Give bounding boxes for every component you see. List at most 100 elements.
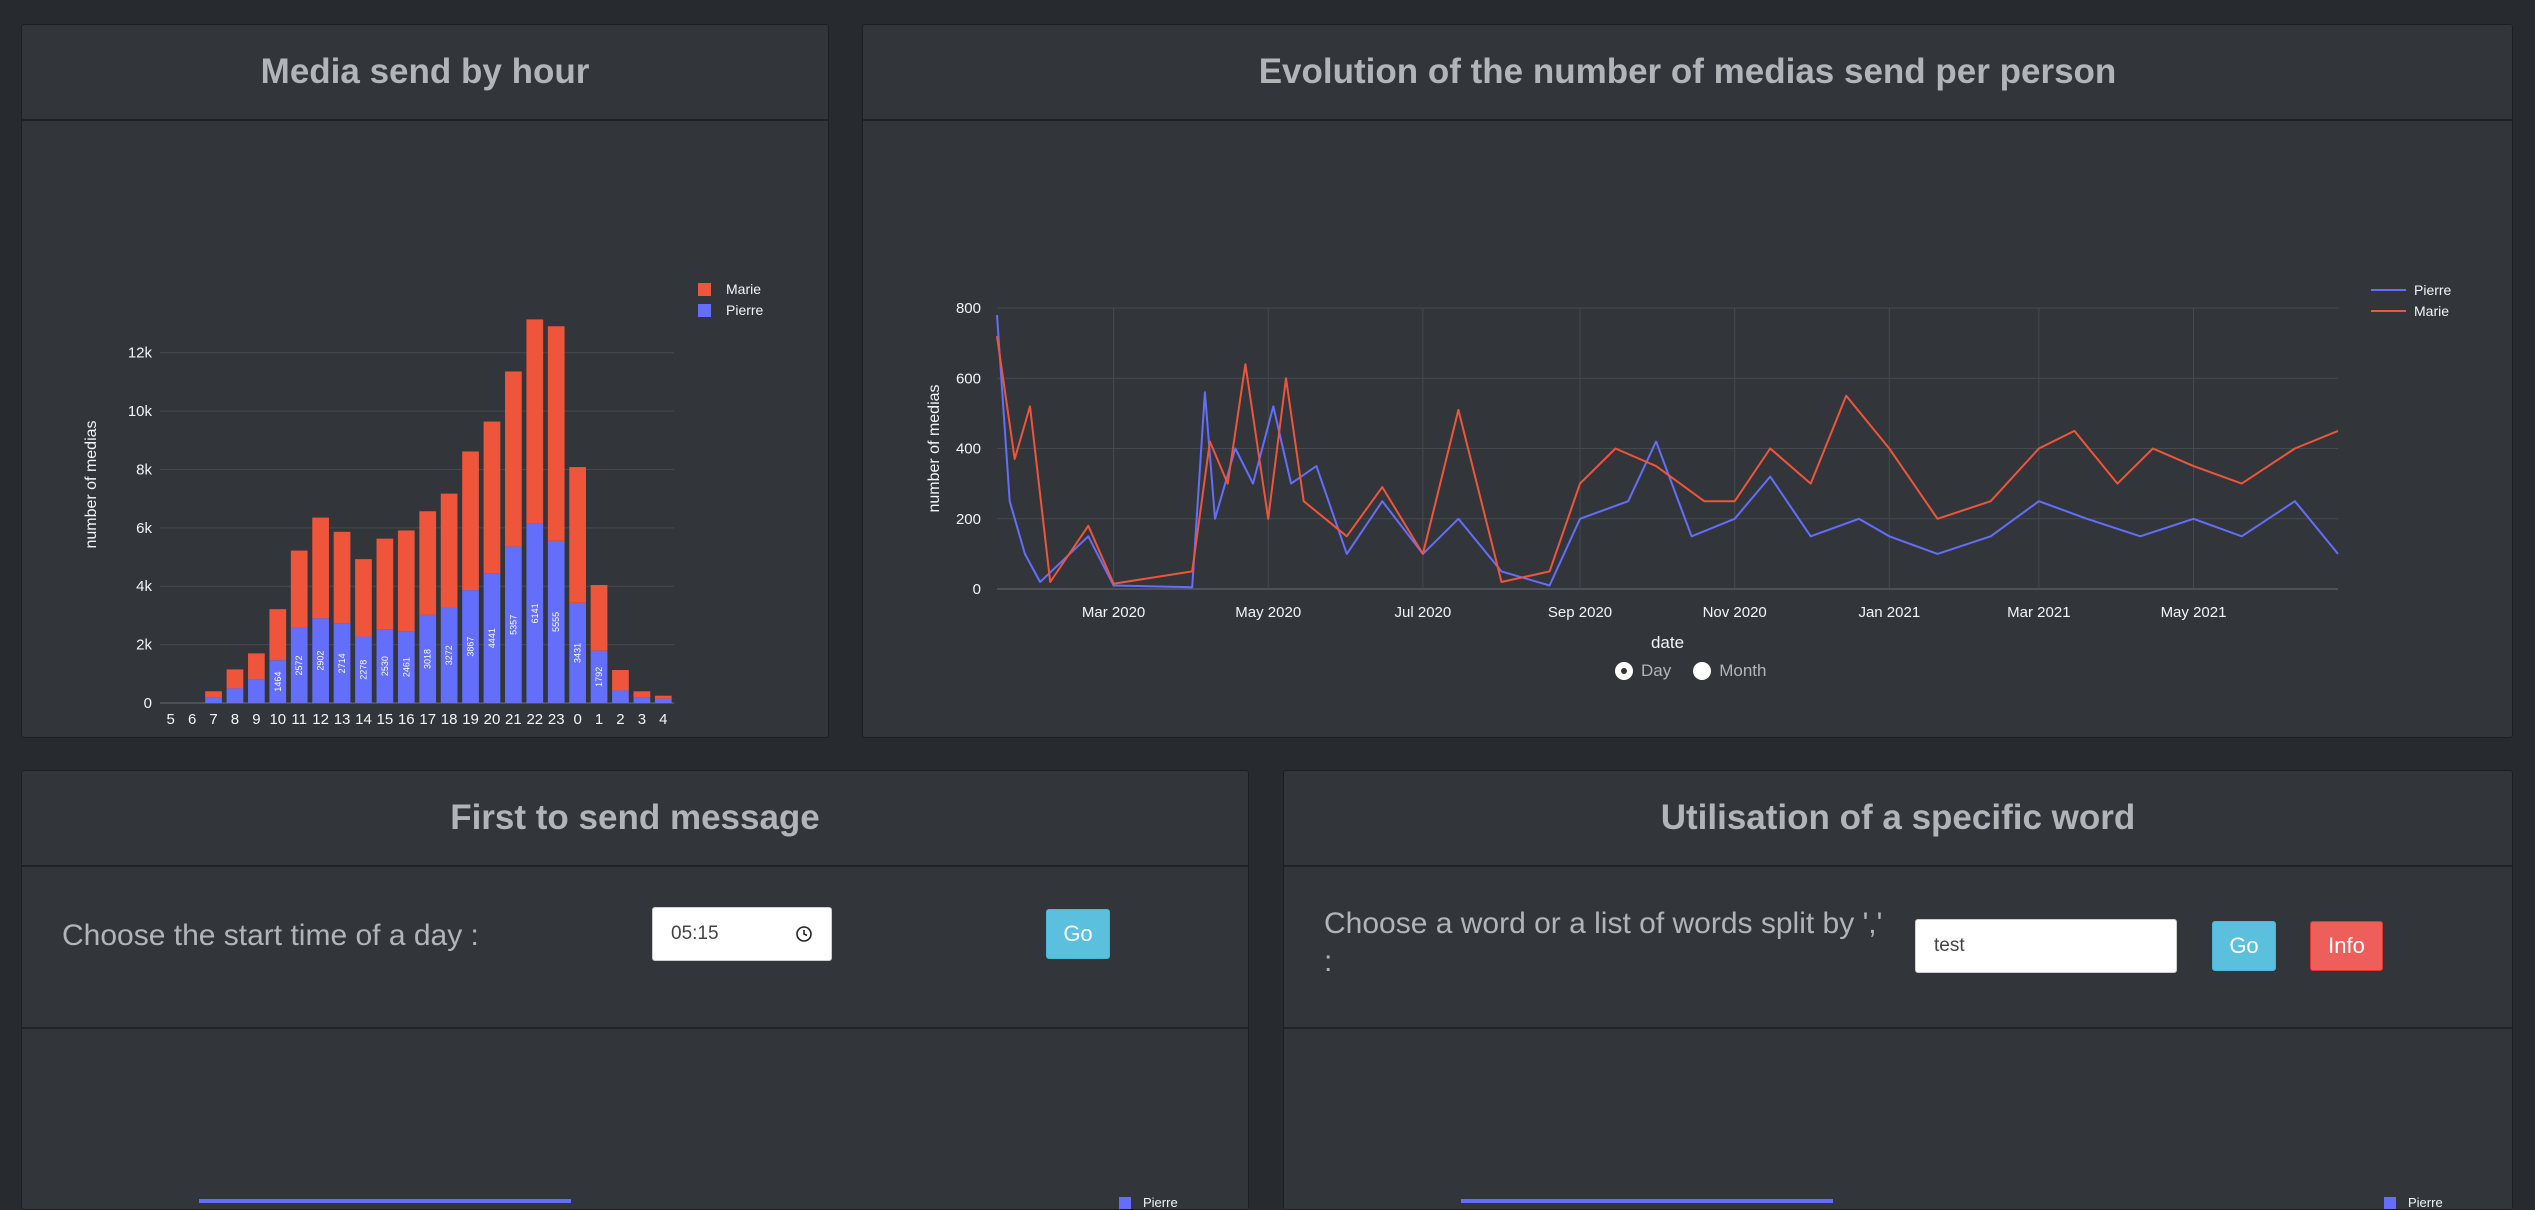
radio-month-circle[interactable] bbox=[1693, 662, 1712, 680]
controls-row: Choose the start time of a day : 05:15 G… bbox=[22, 867, 1248, 1029]
start-time-input[interactable]: 05:15 bbox=[652, 907, 832, 961]
legend-label: Pierre bbox=[1143, 1195, 1178, 1210]
x-tick-label: 18 bbox=[441, 711, 458, 728]
word-info-button[interactable]: Info bbox=[2310, 921, 2383, 971]
bar-data-label: 6141 bbox=[530, 603, 540, 623]
card-title: First to send message bbox=[22, 771, 1248, 867]
y-tick-label: 4k bbox=[136, 578, 152, 595]
radio-month-label[interactable]: Month bbox=[1719, 661, 1766, 681]
bar-data-label: 3867 bbox=[466, 637, 476, 657]
y-tick-label: 0 bbox=[973, 581, 981, 598]
word-input[interactable]: test bbox=[1915, 919, 2177, 973]
y-tick-label: 200 bbox=[956, 511, 981, 528]
bar-marie bbox=[633, 691, 651, 698]
start-time-label: Choose the start time of a day : bbox=[62, 919, 479, 952]
y-tick-label: 800 bbox=[956, 300, 981, 317]
word-label: Choose a word or a list of words split b… bbox=[1324, 907, 1883, 978]
word-chart-legend: Pierre bbox=[2384, 1195, 2443, 1210]
bar-pierre bbox=[248, 679, 265, 703]
y-tick-label: 10k bbox=[128, 403, 153, 420]
x-tick-label: Mar 2021 bbox=[2007, 604, 2070, 621]
legend-swatch bbox=[1119, 1196, 1131, 1209]
word-value: test bbox=[1934, 935, 1965, 956]
x-tick-label: 17 bbox=[419, 711, 436, 728]
bar-marie bbox=[569, 467, 586, 603]
x-tick-label: 0 bbox=[573, 711, 581, 728]
card-title: Evolution of the number of medias send p… bbox=[863, 25, 2512, 121]
bar-marie bbox=[419, 511, 437, 615]
bar-data-label: 5357 bbox=[508, 615, 518, 635]
word-go-button[interactable]: Go bbox=[2212, 921, 2276, 971]
radio-day-label[interactable]: Day bbox=[1641, 661, 1671, 681]
y-tick-label: 12k bbox=[128, 345, 153, 362]
x-tick-label: 14 bbox=[355, 711, 372, 728]
legend-swatch bbox=[698, 304, 711, 317]
evolution-card: Evolution of the number of medias send p… bbox=[862, 24, 2513, 738]
legend-label: Marie bbox=[726, 281, 761, 297]
media-by-hour-card: Media send by hour 0 2k 4k 6k 8k 10k 12k 5 6 7 8 9 1… bbox=[21, 24, 829, 738]
x-tick-label: 11 bbox=[291, 711, 307, 728]
hour-bar-chart[interactable]: 02k4k6k8k10k12k5 6 7 8 914641025721129021227… bbox=[22, 121, 828, 737]
bar-data-label: 2572 bbox=[294, 655, 304, 675]
radio-day-circle[interactable] bbox=[1615, 662, 1633, 680]
clock-icon[interactable] bbox=[795, 925, 813, 943]
first-chart-legend: Pierre bbox=[1119, 1195, 1178, 1210]
bar-marie bbox=[505, 371, 522, 547]
x-tick-label: Sep 2020 bbox=[1548, 604, 1612, 621]
bar-marie bbox=[526, 319, 544, 524]
x-tick-label: 20 bbox=[484, 711, 501, 728]
first-go-button[interactable]: Go bbox=[1046, 909, 1110, 959]
x-tick-label: 23 bbox=[548, 711, 565, 728]
radio-month[interactable]: Month bbox=[1693, 661, 1766, 681]
bar-marie bbox=[462, 451, 479, 591]
bar-marie bbox=[226, 669, 244, 689]
bar-marie bbox=[269, 609, 287, 661]
x-tick-label: May 2021 bbox=[2161, 604, 2227, 621]
bar-pierre bbox=[654, 698, 672, 703]
bar-marie bbox=[312, 517, 329, 619]
y-tick-label: 2k bbox=[136, 637, 152, 654]
x-tick-label: 4 bbox=[659, 711, 667, 728]
x-tick-label: 2 bbox=[616, 711, 624, 728]
x-axis-title: date bbox=[1651, 633, 1684, 652]
legend-label: Pierre bbox=[2408, 1195, 2443, 1210]
bar-data-label: 1464 bbox=[273, 672, 283, 692]
x-tick-label: 21 bbox=[505, 711, 522, 728]
x-tick-label: 19 bbox=[462, 711, 479, 728]
bar-marie bbox=[590, 585, 608, 651]
bar-marie bbox=[547, 326, 565, 541]
bar-data-label: 4441 bbox=[487, 628, 497, 648]
specific-word-card: Utilisation of a specific word Choose a … bbox=[1283, 770, 2513, 1210]
radio-day[interactable]: Day bbox=[1615, 661, 1671, 681]
bar-marie bbox=[612, 670, 629, 691]
x-tick-label: 6 bbox=[188, 711, 196, 728]
first-to-send-card: First to send message Choose the start t… bbox=[21, 770, 1249, 1210]
y-tick-label: 400 bbox=[956, 441, 981, 458]
x-tick-label: Jul 2020 bbox=[1395, 604, 1452, 621]
bar-marie bbox=[248, 653, 265, 680]
bar-marie bbox=[355, 559, 372, 637]
x-tick-label: 16 bbox=[398, 711, 415, 728]
first-chart-bar bbox=[199, 1199, 571, 1203]
y-tick-label: 0 bbox=[144, 695, 152, 712]
x-tick-label: Mar 2020 bbox=[1082, 604, 1145, 621]
legend-label: Marie bbox=[2414, 303, 2449, 319]
evolution-line-chart[interactable]: 0 200 400 600 800 Mar 2020 May 2020 Jul 2020 Sep… bbox=[863, 121, 2512, 681]
bar-data-label: 2530 bbox=[380, 656, 390, 676]
bar-marie bbox=[397, 530, 415, 632]
x-tick-label: Jan 2021 bbox=[1858, 604, 1920, 621]
x-tick-label: 12 bbox=[312, 711, 329, 728]
bar-data-label: 1792 bbox=[594, 667, 604, 687]
bar-pierre bbox=[205, 697, 222, 703]
series-line-pierre bbox=[996, 314, 2339, 589]
x-tick-label: 5 bbox=[167, 711, 175, 728]
bar-marie bbox=[205, 691, 222, 698]
granularity-radio-group: Day Month bbox=[1615, 661, 1766, 681]
y-tick-label: 6k bbox=[136, 520, 152, 537]
bar-data-label: 2902 bbox=[316, 651, 326, 671]
bar-marie bbox=[440, 493, 458, 608]
card-title: Utilisation of a specific word bbox=[1284, 771, 2512, 867]
x-tick-label: 1 bbox=[595, 711, 603, 728]
card-title: Media send by hour bbox=[22, 25, 828, 121]
bar-pierre bbox=[633, 697, 651, 703]
